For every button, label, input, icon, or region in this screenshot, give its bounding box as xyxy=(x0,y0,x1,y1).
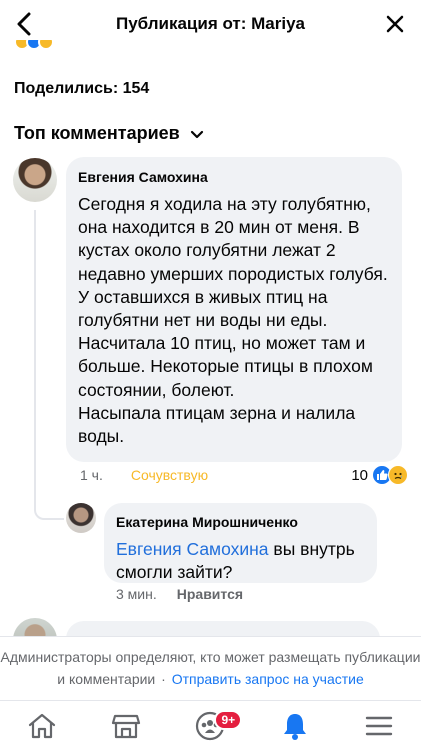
comment-paragraph: У оставшихся в живых птиц на голубятни н… xyxy=(78,286,328,331)
reply-meta: 3 мин. Нравится xyxy=(116,586,243,602)
avatar[interactable] xyxy=(66,503,96,533)
tab-menu[interactable] xyxy=(349,704,409,748)
sad-reaction-icon xyxy=(388,465,408,485)
comment-meta: 1 ч. Сочувствую xyxy=(80,467,208,483)
page-title: Публикация от: Mariya xyxy=(115,14,306,33)
request-membership-link[interactable]: Отправить запрос на участие xyxy=(172,671,364,687)
comment-text: Сегодня я ходила на эту голубятню, она н… xyxy=(78,193,390,448)
tab-groups[interactable]: 9+ xyxy=(180,704,243,748)
avatar[interactable] xyxy=(13,158,57,202)
close-button[interactable] xyxy=(383,12,407,36)
mention-link[interactable]: Евгения Самохина xyxy=(116,539,269,559)
comment-bubble[interactable]: Евгения Самохина Сегодня я ходила на эту… xyxy=(66,157,402,462)
comment-paragraph: Насчитала 10 птиц, но может там и больше… xyxy=(78,333,373,400)
reply-author[interactable]: Екатерина Мирошниченко xyxy=(116,513,365,531)
comments-sort-selector[interactable]: Топ комментариев xyxy=(14,123,204,144)
like-button[interactable]: Нравится xyxy=(177,586,243,602)
haha-reaction-icon xyxy=(38,40,54,50)
tab-home[interactable] xyxy=(12,704,72,748)
comment-paragraph: Насыпала птицам зерна и налила воды. xyxy=(78,402,356,447)
reaction-count: 10 xyxy=(351,466,368,484)
home-icon xyxy=(28,713,56,738)
post-reactions-summary[interactable] xyxy=(14,40,74,50)
chevron-down-icon xyxy=(190,130,203,138)
bottom-tab-bar: 9+ xyxy=(0,700,421,750)
groups-badge: 9+ xyxy=(214,709,243,730)
comment-reactions[interactable]: 10 xyxy=(351,465,408,485)
marketplace-icon xyxy=(112,714,141,738)
admin-notice-banner: Администраторы определяют, кто может раз… xyxy=(0,636,421,700)
menu-icon xyxy=(365,716,393,735)
close-icon xyxy=(386,15,404,33)
tab-marketplace[interactable] xyxy=(96,704,156,748)
reply-time: 3 мин. xyxy=(116,586,157,602)
tab-notifications[interactable] xyxy=(265,704,325,748)
comment-time: 1 ч. xyxy=(80,467,103,483)
reply-thread-line xyxy=(34,210,64,520)
reply-text: Евгения Самохина вы внутрь смогли зайти? xyxy=(116,538,365,584)
comment-author[interactable]: Евгения Самохина xyxy=(78,168,390,186)
notifications-icon xyxy=(283,713,306,740)
reply-bubble[interactable]: Екатерина Мирошниченко Евгения Самохина … xyxy=(104,503,377,583)
comments-sort-label: Топ комментариев xyxy=(14,123,180,143)
separator: · xyxy=(161,671,166,687)
comment-paragraph: Сегодня я ходила на эту голубятню, она н… xyxy=(78,194,388,284)
react-button[interactable]: Сочувствую xyxy=(131,467,208,483)
shares-count[interactable]: Поделились: 154 xyxy=(14,80,149,98)
